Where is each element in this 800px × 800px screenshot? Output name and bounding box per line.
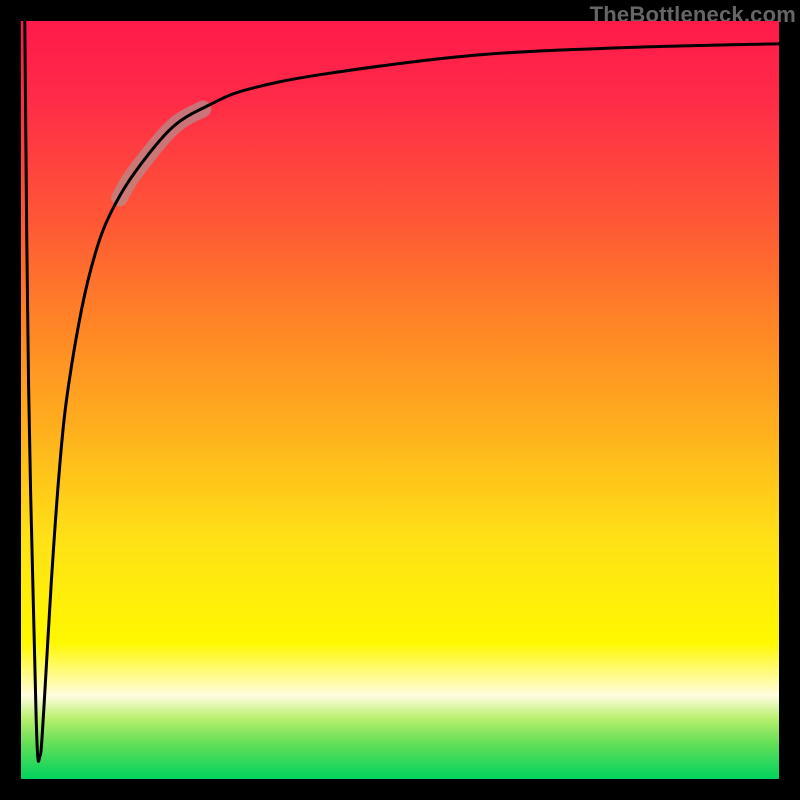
bottleneck-curve xyxy=(25,21,779,761)
curve-layer xyxy=(21,21,779,779)
plot-area xyxy=(21,21,779,779)
uncertainty-band xyxy=(120,109,203,198)
chart-stage: TheBottleneck.com xyxy=(0,0,800,800)
